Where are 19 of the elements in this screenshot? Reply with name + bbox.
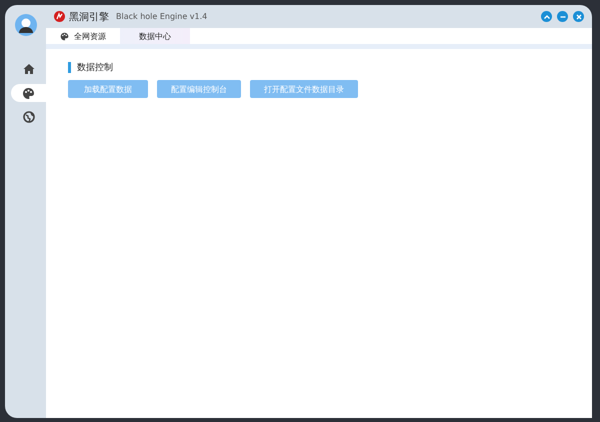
home-icon [22, 63, 34, 75]
app-title: 黑洞引擎 [69, 10, 109, 24]
action-button[interactable]: 加载配置数据 [68, 80, 148, 98]
app-version: Black hole Engine v1.4 [116, 12, 208, 21]
tab[interactable]: 数据中心 [120, 28, 190, 44]
caret-up-icon [542, 12, 550, 20]
section-title: 数据控制 [77, 62, 113, 74]
logo-icon [54, 11, 65, 22]
nav-item[interactable] [11, 84, 46, 102]
palette-icon [60, 32, 69, 40]
close-button[interactable] [573, 11, 584, 22]
collapse-button[interactable] [541, 11, 552, 22]
minimize-button[interactable] [557, 11, 568, 22]
palette-icon [22, 86, 35, 100]
action-button[interactable]: 配置编辑控制台 [157, 80, 241, 98]
close-icon [574, 12, 582, 20]
globe-icon [22, 111, 34, 123]
avatar-icon[interactable] [15, 14, 37, 36]
action-button[interactable]: 打开配置文件数据目录 [250, 80, 358, 98]
